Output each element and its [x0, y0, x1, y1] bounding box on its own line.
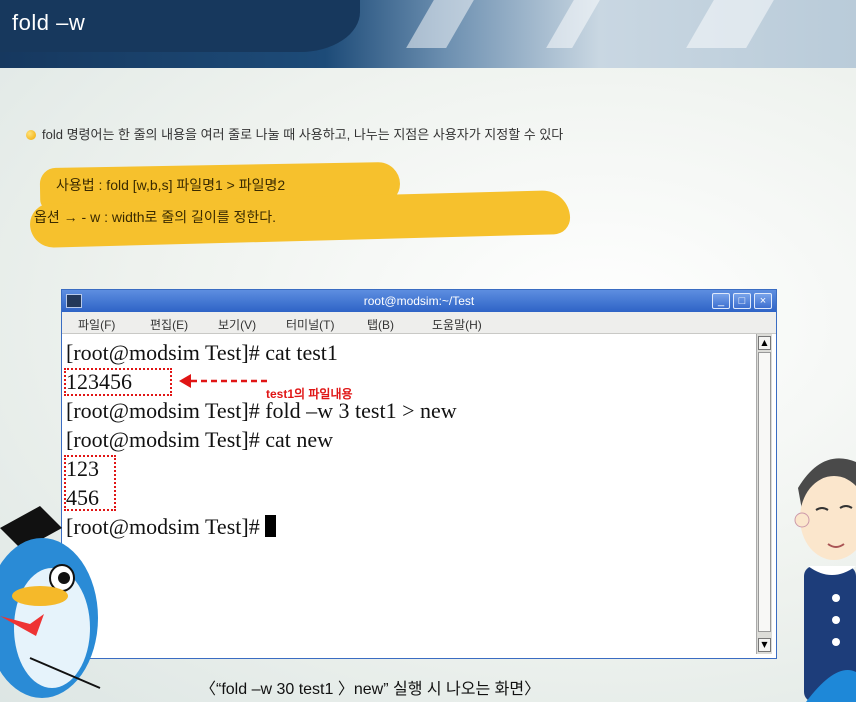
scroll-thumb[interactable] — [758, 352, 771, 632]
window-title: root@modsim:~/Test — [363, 294, 475, 308]
terminal-line: [root@modsim Test]# fold –w 3 test1 > ne… — [66, 398, 457, 423]
menu-help[interactable]: 도움말(H) — [432, 316, 482, 333]
terminal-line: [root@modsim Test]# cat new — [66, 427, 333, 452]
usage-box: 사용법 : fold [w,b,s] 파일명1 > 파일명2 옵션 → - w … — [29, 161, 571, 249]
banner-streak — [406, 0, 474, 48]
banner-streak — [686, 0, 774, 48]
window-titlebar[interactable]: root@modsim:~/Test _ □ × — [62, 290, 776, 312]
terminal-window: root@modsim:~/Test _ □ × 파일(F) 편집(E) 보기(… — [61, 289, 777, 659]
scroll-up-icon[interactable]: ▲ — [758, 336, 771, 350]
terminal-line: [root@modsim Test]# cat test1 — [66, 340, 338, 365]
penguin-mascot-icon — [0, 506, 101, 698]
banner-streak — [546, 0, 600, 48]
menu-terminal[interactable]: 터미널(T) — [286, 316, 334, 333]
terminal-output[interactable]: [root@modsim Test]# cat test1 123456 [ro… — [64, 338, 752, 656]
close-button[interactable]: × — [754, 293, 772, 309]
bullet-icon — [26, 130, 36, 140]
description-text: fold 명령어는 한 줄의 내용을 여러 줄로 나눌 때 사용하고, 나누는 … — [42, 127, 564, 142]
option-text: 옵션 → - w : width로 줄의 길이를 정한다. — [34, 209, 277, 225]
menu-view[interactable]: 보기(V) — [218, 316, 256, 333]
header-banner: fold –w — [0, 0, 856, 68]
maximize-button[interactable]: □ — [733, 293, 751, 309]
minimize-button[interactable]: _ — [712, 293, 730, 309]
arrow-left-icon — [179, 374, 267, 388]
scroll-down-icon[interactable]: ▼ — [758, 638, 771, 652]
menu-file[interactable]: 파일(F) — [78, 316, 115, 333]
slide-title: fold –w — [12, 10, 86, 35]
description-line: fold 명령어는 한 줄의 내용을 여러 줄로 나눌 때 사용하고, 나누는 … — [26, 124, 856, 143]
cursor-block — [265, 515, 277, 537]
menu-edit[interactable]: 편집(E) — [150, 316, 188, 333]
teacher-character-icon — [794, 458, 856, 702]
menu-bar: 파일(F) 편집(E) 보기(V) 터미널(T) 탭(B) 도움말(H) — [62, 312, 776, 334]
highlight-box-input — [64, 368, 172, 396]
usage-text: 사용법 : fold [w,b,s] 파일명1 > 파일명2 — [56, 177, 286, 193]
annotation-label: test1의 파일내용 — [266, 387, 353, 401]
figure-caption: 〈“fold –w 30 test1 〉new” 실행 시 나오는 화면〉 — [200, 681, 541, 698]
vertical-scrollbar[interactable]: ▲ ▼ — [756, 334, 772, 654]
menu-tabs[interactable]: 탭(B) — [367, 316, 394, 333]
